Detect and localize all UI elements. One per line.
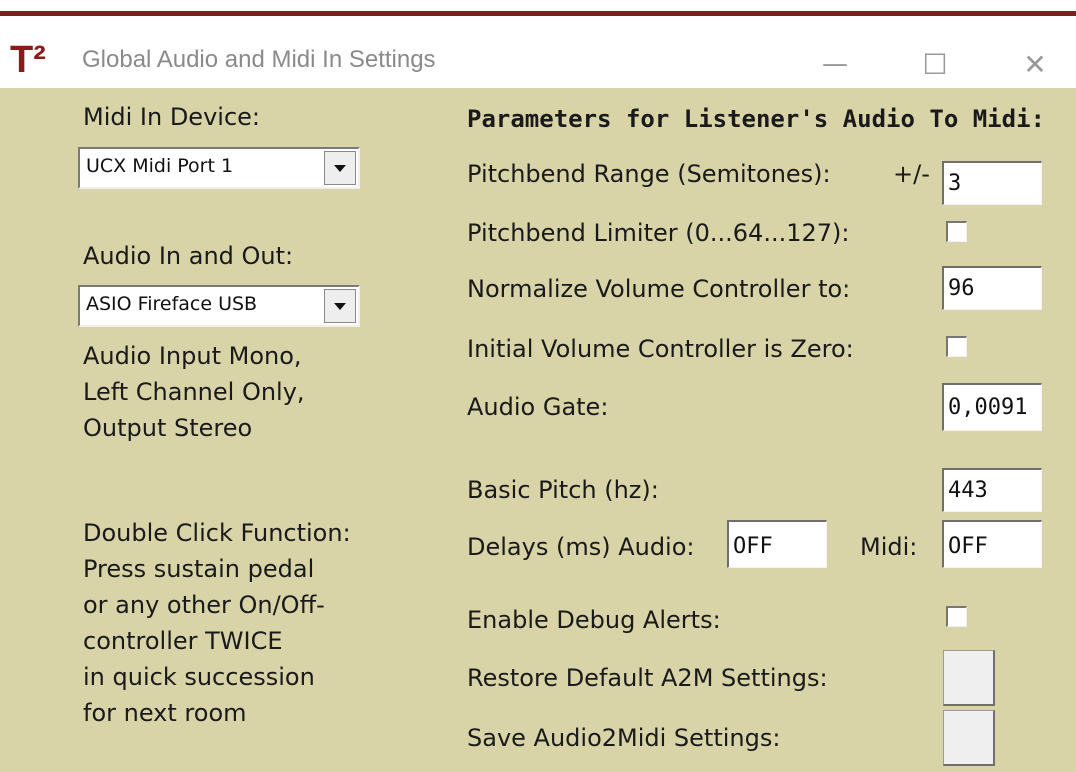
save-settings-label: Save Audio2Midi Settings: [467,724,781,752]
audio-dropdown-button[interactable] [324,289,356,323]
title-bar[interactable]: T² Global Audio and Midi In Settings — ☐… [0,16,1076,88]
parameters-heading: Parameters for Listener's Audio To Midi: [467,105,1045,133]
double-click-line: controller TWICE [83,627,283,655]
double-click-line: in quick succession [83,663,315,691]
minimize-button[interactable]: — [800,36,870,92]
initial-volume-zero-checkbox[interactable] [946,336,967,357]
audio-gate-input[interactable]: 0,0091 [942,383,1042,431]
minimize-icon: — [822,49,848,79]
settings-content: Midi In Device: UCX Midi Port 1 Audio In… [0,88,1076,772]
audio-device-value: ASIO Fireface USB [86,293,258,315]
settings-window: T² Global Audio and Midi In Settings — ☐… [0,0,1076,772]
close-button[interactable]: ✕ [1000,36,1070,92]
double-click-line: or any other On/Off- [83,591,325,619]
delay-midi-label: Midi: [860,533,918,561]
restore-defaults-label: Restore Default A2M Settings: [467,664,828,692]
pitchbend-limiter-label: Pitchbend Limiter (0...64...127): [467,219,850,247]
initial-volume-zero-label: Initial Volume Controller is Zero: [467,335,854,363]
audio-device-select[interactable]: ASIO Fireface USB [78,285,360,327]
audio-info-line: Left Channel Only, [83,378,305,406]
chevron-down-icon [334,164,346,172]
normalize-volume-input[interactable]: 96 [942,266,1042,310]
pitchbend-range-label: Pitchbend Range (Semitones): [467,160,831,188]
close-icon: ✕ [1023,47,1047,81]
save-settings-button[interactable] [943,710,995,766]
app-icon: T² [10,39,46,81]
window-title: Global Audio and Midi In Settings [82,46,436,73]
audio-info-line: Audio Input Mono, [83,342,302,370]
midi-in-device-value: UCX Midi Port 1 [86,155,234,177]
audio-in-out-label: Audio In and Out: [83,242,294,270]
midi-dropdown-button[interactable] [324,151,356,185]
normalize-volume-label: Normalize Volume Controller to: [467,275,851,303]
basic-pitch-label: Basic Pitch (hz): [467,476,659,504]
chevron-down-icon [334,302,346,310]
basic-pitch-input[interactable]: 443 [942,468,1042,512]
delays-audio-label: Delays (ms) Audio: [467,533,695,561]
delay-audio-input[interactable]: OFF [727,520,827,568]
midi-in-device-select[interactable]: UCX Midi Port 1 [78,147,360,189]
midi-in-device-label: Midi In Device: [83,103,260,131]
restore-defaults-button[interactable] [943,650,995,706]
debug-alerts-checkbox[interactable] [946,606,967,627]
pitchbend-range-input[interactable]: 3 [942,161,1042,205]
debug-alerts-label: Enable Debug Alerts: [467,606,721,634]
double-click-line: for next room [83,699,247,727]
double-click-line: Press sustain pedal [83,555,315,583]
pitchbend-prefix: +/- [893,160,930,188]
maximize-button[interactable]: ☐ [900,36,970,92]
pitchbend-limiter-checkbox[interactable] [946,221,967,242]
double-click-line: Double Click Function: [83,519,351,547]
audio-gate-label: Audio Gate: [467,393,609,421]
maximize-icon: ☐ [922,47,948,81]
delay-midi-input[interactable]: OFF [942,520,1042,568]
audio-info-line: Output Stereo [83,414,253,442]
